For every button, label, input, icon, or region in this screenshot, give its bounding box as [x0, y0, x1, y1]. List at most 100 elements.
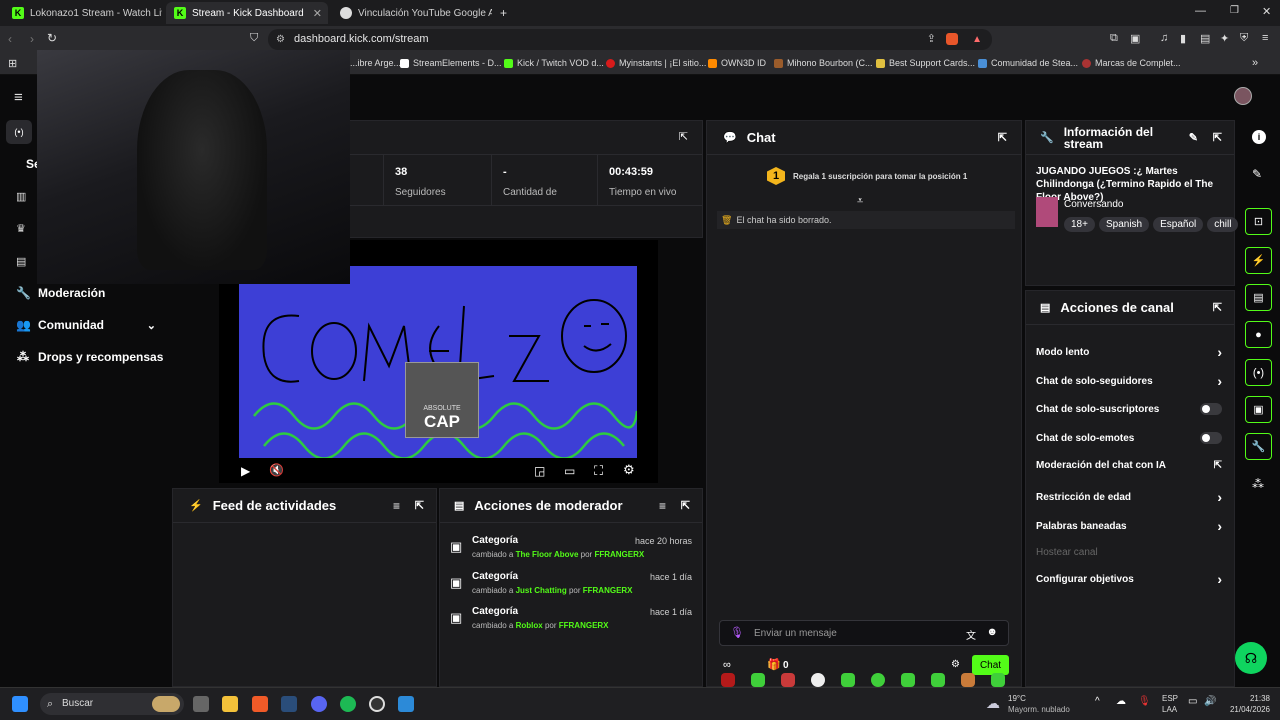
- popout-icon[interactable]: ⇱: [681, 499, 690, 512]
- theater-icon[interactable]: ▭: [564, 464, 575, 478]
- subscribers-only-toggle[interactable]: [1200, 403, 1222, 415]
- popout-icon[interactable]: ⇱: [415, 499, 424, 512]
- infinity-icon[interactable]: ∞: [723, 659, 731, 671]
- url-input[interactable]: ⚙ dashboard.kick.com/stream ⇪ ▲: [268, 29, 992, 50]
- pip-icon[interactable]: ◲: [534, 464, 545, 478]
- edit-pencil-icon[interactable]: ✎: [1189, 131, 1198, 144]
- category-name[interactable]: Conversando: [1064, 199, 1123, 210]
- share-nodes-icon[interactable]: ⁂: [1252, 477, 1264, 491]
- gift-icon[interactable]: 🎁: [767, 658, 781, 671]
- chart-icon[interactable]: ▥: [16, 190, 26, 203]
- chat-settings-gear-icon[interactable]: ⚙: [951, 659, 960, 670]
- rail-button-activity[interactable]: ⚡: [1245, 247, 1272, 274]
- tray-app-icon[interactable]: ☁: [1116, 696, 1126, 707]
- close-window-icon[interactable]: ✕: [1262, 5, 1271, 18]
- chat-input[interactable]: 🎙 Enviar un mensaje 文 ☻: [719, 620, 1009, 646]
- clock-time[interactable]: 21:38: [1236, 694, 1270, 703]
- media-icon[interactable]: ♫: [1160, 32, 1168, 44]
- volume-icon[interactable]: 🔊: [1204, 696, 1216, 707]
- avatar[interactable]: [1234, 87, 1252, 105]
- rail-button-chat[interactable]: ●: [1245, 321, 1272, 348]
- bookmark-item[interactable]: Myinstants | ¡El sitio...: [606, 58, 706, 68]
- microphone-icon[interactable]: 🎙: [730, 626, 744, 639]
- windows-start-icon[interactable]: [12, 696, 28, 712]
- tab-kick-dashboard[interactable]: K Stream - Kick Dashboard ✕: [166, 2, 328, 24]
- channel-action-age-restriction[interactable]: Restricción de edad ›: [1036, 489, 1222, 505]
- mute-icon[interactable]: 🔇: [269, 463, 284, 477]
- forward-icon[interactable]: ›: [30, 32, 34, 46]
- emote-icon[interactable]: [751, 673, 765, 687]
- sidebar-item-comunidad[interactable]: 👥 Comunidad ⌄: [16, 318, 156, 332]
- app-icon[interactable]: [398, 696, 414, 712]
- settings-gear-icon[interactable]: ⚙: [623, 462, 635, 478]
- filter-icon[interactable]: ≡: [393, 499, 400, 513]
- emote-icon[interactable]: [721, 673, 735, 687]
- info-icon[interactable]: i: [1252, 130, 1266, 144]
- brave-rewards-icon[interactable]: ▲: [972, 29, 982, 50]
- rail-button-notes[interactable]: ▤: [1245, 284, 1272, 311]
- apps-grid-icon[interactable]: ⊞: [8, 57, 17, 70]
- brave-icon[interactable]: [252, 696, 268, 712]
- emote-icon[interactable]: [871, 673, 885, 687]
- minimize-icon[interactable]: —: [1195, 5, 1206, 17]
- mod-row-user[interactable]: FFRANGERX: [559, 621, 609, 630]
- maximize-icon[interactable]: ❐: [1230, 5, 1239, 16]
- clock-date[interactable]: 21/04/2026: [1222, 705, 1270, 714]
- popout-icon[interactable]: ⇱: [1213, 301, 1222, 314]
- bookmark-item[interactable]: Mihono Bourbon (C...: [774, 58, 873, 68]
- emote-icon[interactable]: [781, 673, 795, 687]
- send-chat-button[interactable]: Chat: [972, 655, 1009, 675]
- edit-pencil-icon[interactable]: ✎: [1252, 167, 1262, 181]
- vpn-icon[interactable]: ⛨: [1240, 32, 1248, 45]
- popout-icon[interactable]: ⇱: [1213, 131, 1222, 144]
- emoji-icon[interactable]: ☻: [986, 626, 998, 638]
- bookmark-item[interactable]: OWN3D ID: [708, 58, 766, 68]
- bookmark-item[interactable]: Kick / Twitch VOD d...: [504, 58, 604, 68]
- emote-icon[interactable]: [991, 673, 1005, 687]
- bookmarks-overflow-icon[interactable]: »: [1252, 57, 1258, 69]
- rail-button-screen[interactable]: ⊡: [1245, 208, 1272, 235]
- emote-icon[interactable]: [841, 673, 855, 687]
- emote-icon[interactable]: [901, 673, 915, 687]
- steam-icon[interactable]: [281, 696, 297, 712]
- language-code[interactable]: ESP: [1162, 694, 1178, 703]
- brave-shield-icon[interactable]: [946, 33, 958, 45]
- spotify-icon[interactable]: [340, 696, 356, 712]
- play-icon[interactable]: ▶: [241, 464, 250, 478]
- screenshot-icon[interactable]: ▣: [1130, 32, 1140, 45]
- mod-row-value[interactable]: Roblox: [516, 621, 543, 630]
- bookmark-item[interactable]: Best Support Cards...: [876, 58, 975, 68]
- reload-icon[interactable]: ↻: [47, 31, 57, 45]
- channel-action-followers-only[interactable]: Chat de solo-seguidores ›: [1036, 373, 1222, 389]
- bookmark-icon[interactable]: ⛉: [250, 32, 258, 45]
- sidebar-item-drops[interactable]: ⁂ Drops y recompensas: [16, 350, 163, 364]
- microphone-icon[interactable]: 🎙: [1138, 696, 1151, 707]
- sidebar-item-moderacion[interactable]: 🔧 Moderación: [16, 286, 105, 300]
- keyboard-layout[interactable]: LAA: [1162, 705, 1177, 714]
- mod-row-value[interactable]: The Floor Above: [516, 550, 579, 559]
- leo-icon[interactable]: ✦: [1220, 32, 1229, 45]
- channel-action-slow-mode[interactable]: Modo lento ›: [1036, 344, 1222, 360]
- wallet-icon[interactable]: ▤: [1200, 32, 1210, 45]
- back-icon[interactable]: ‹: [8, 32, 12, 46]
- site-info-icon[interactable]: ⚙: [276, 29, 285, 50]
- obs-icon[interactable]: [369, 696, 385, 712]
- translate-icon[interactable]: 文: [966, 627, 976, 642]
- popout-icon[interactable]: ⇱: [679, 130, 688, 143]
- support-chat-button[interactable]: ☊: [1235, 642, 1267, 674]
- video-icon[interactable]: ▤: [16, 255, 26, 268]
- new-tab-icon[interactable]: +: [500, 6, 507, 20]
- sidebar-icon[interactable]: ▮: [1180, 32, 1186, 45]
- bookmark-item[interactable]: Comunidad de Stea...: [978, 58, 1078, 68]
- emote-icon[interactable]: [811, 673, 825, 687]
- bookmark-item[interactable]: ...ibre Arge...: [350, 58, 401, 68]
- channel-action-goals[interactable]: Configurar objetivos ›: [1036, 571, 1222, 587]
- stream-nav-icon[interactable]: (•): [6, 120, 32, 144]
- tab-lokonazo-stream[interactable]: K Lokonazo1 Stream - Watch Live on K: [4, 2, 162, 24]
- emote-icon[interactable]: [931, 673, 945, 687]
- pinned-gift-banner[interactable]: 1 Regala 1 suscripción para tomar la pos…: [767, 167, 967, 185]
- task-view-icon[interactable]: [193, 696, 209, 712]
- popout-icon[interactable]: ⇱: [998, 131, 1007, 144]
- collapse-icon[interactable]: ⩡: [857, 195, 863, 208]
- hamburger-menu-icon[interactable]: ≡: [14, 89, 23, 106]
